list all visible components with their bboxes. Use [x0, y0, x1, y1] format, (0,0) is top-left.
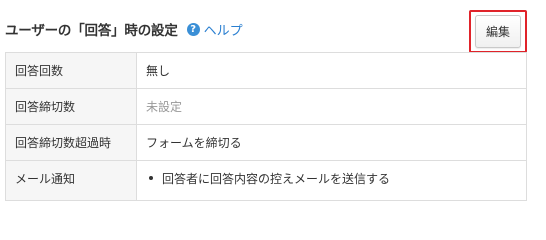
settings-table: 回答回数 無し 回答締切数 未設定 回答締切数超過時 フォームを締切る メール通…	[5, 52, 527, 201]
row-value-answer-count: 無し	[136, 52, 527, 89]
table-row: メール通知 回答者に回答内容の控えメールを送信する	[5, 160, 527, 201]
help-icon[interactable]: ?	[186, 22, 200, 36]
table-row: 回答回数 無し	[5, 52, 527, 89]
bullet-icon	[149, 176, 153, 180]
list-item: 回答者に回答内容の控えメールを送信する	[149, 170, 526, 187]
row-label-mail-notification: メール通知	[5, 160, 137, 201]
row-label-answer-count: 回答回数	[5, 52, 137, 89]
table-row: 回答締切数 未設定	[5, 88, 527, 125]
page-title: ユーザーの「回答」時の設定	[5, 23, 178, 39]
row-label-limit-exceeded: 回答締切数超過時	[5, 124, 137, 161]
section-header: ユーザーの「回答」時の設定 ? ヘルプ	[5, 18, 243, 40]
row-value-limit-exceeded: フォームを締切る	[136, 124, 527, 161]
edit-button[interactable]: 編集	[475, 15, 521, 48]
row-value-mail-notification: 回答者に回答内容の控えメールを送信する	[136, 160, 527, 201]
row-label-answer-limit: 回答締切数	[5, 88, 137, 125]
table-row: 回答締切数超過時 フォームを締切る	[5, 124, 527, 161]
help-label[interactable]: ヘルプ	[204, 20, 243, 39]
row-value-answer-limit: 未設定	[136, 88, 527, 125]
mail-notification-item: 回答者に回答内容の控えメールを送信する	[162, 172, 391, 186]
help-link[interactable]: ? ヘルプ	[186, 20, 243, 39]
